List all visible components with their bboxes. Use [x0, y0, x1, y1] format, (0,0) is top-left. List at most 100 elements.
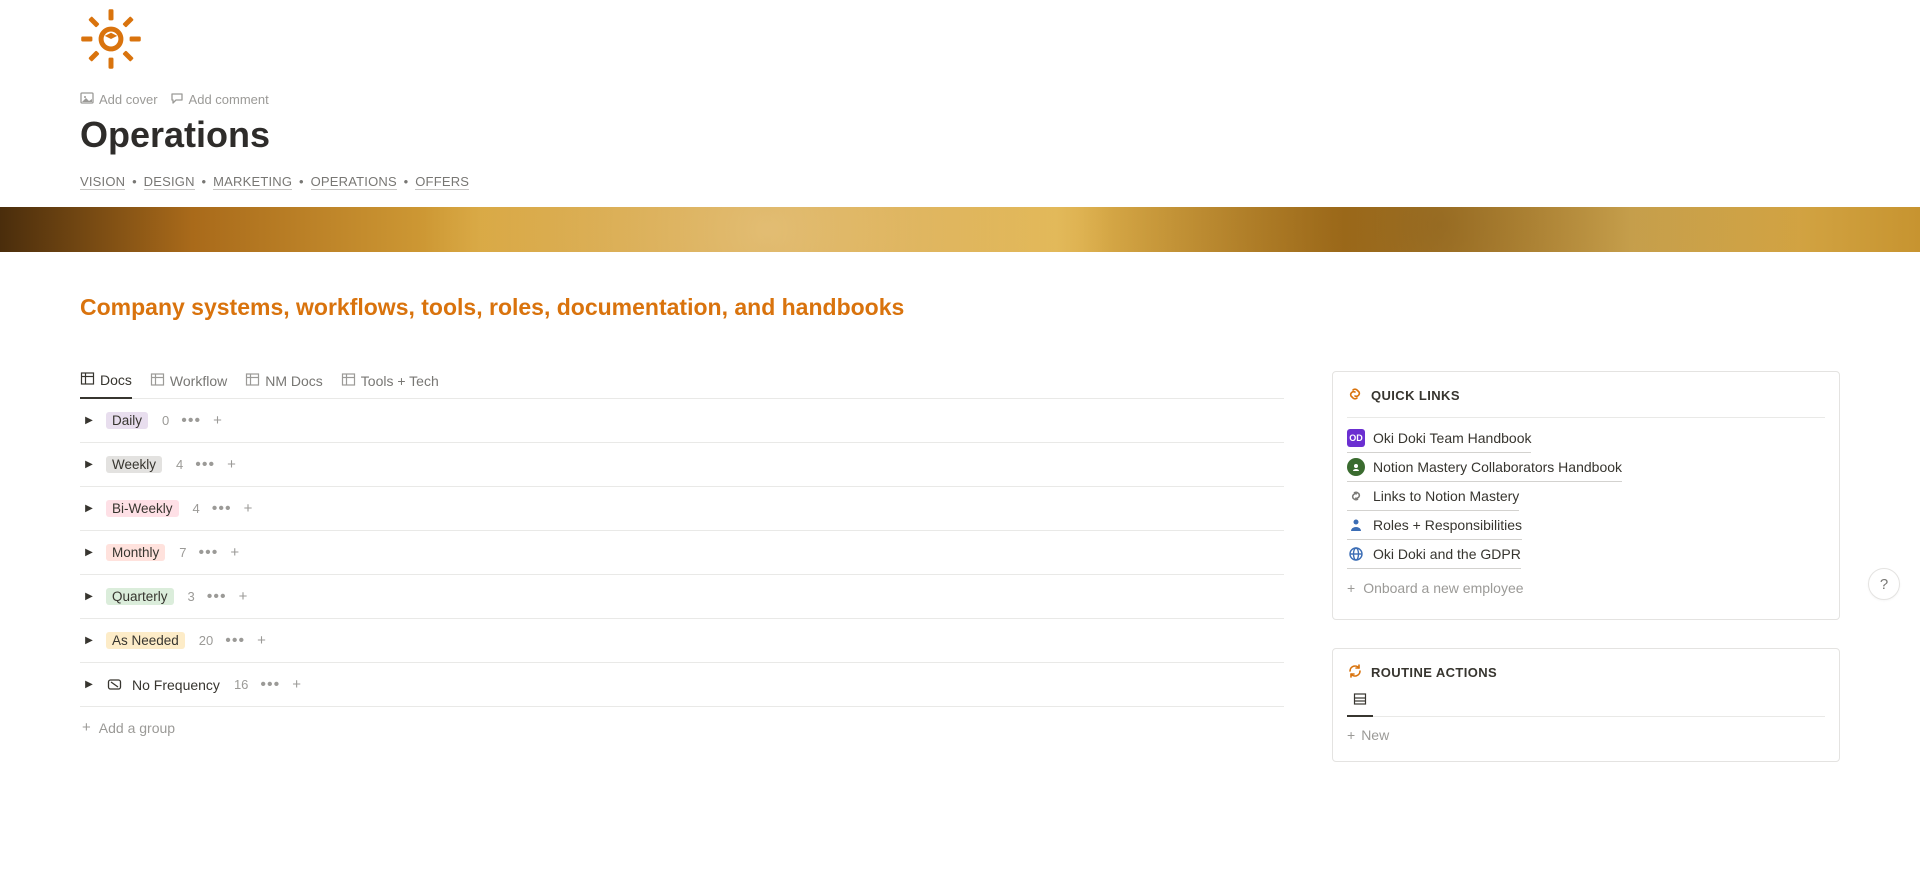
cover-image [0, 207, 1920, 252]
quick-links-card: QUICK LINKS ODOki Doki Team Handbook Noti… [1332, 371, 1840, 620]
group-tag[interactable]: As Needed [106, 632, 185, 649]
group-count: 0 [162, 413, 169, 428]
group-no-frequency-count: 16 [234, 677, 248, 692]
group-no-frequency[interactable]: ▶ No Frequency 16 ••• + [80, 663, 1284, 707]
plus-icon: + [1347, 580, 1355, 596]
help-label: ? [1880, 576, 1888, 593]
expand-caret-icon[interactable]: ▶ [82, 635, 96, 646]
page-icon: OD [1347, 429, 1365, 447]
group-menu-icon[interactable]: ••• [210, 505, 234, 513]
quick-link-label: Links to Notion Mastery [1373, 488, 1519, 504]
add-cover-label: Add cover [99, 92, 158, 107]
empty-tag-icon [106, 677, 122, 692]
group-menu-icon[interactable]: ••• [179, 417, 203, 425]
quick-link-label: Oki Doki and the GDPR [1373, 546, 1521, 562]
breadcrumb-design[interactable]: DESIGN [144, 174, 195, 190]
group-add-icon[interactable]: + [227, 456, 236, 473]
group-add-icon[interactable]: + [239, 588, 248, 605]
table-icon [80, 371, 95, 389]
group-tag[interactable]: Weekly [106, 456, 162, 473]
tab-tools-tech[interactable]: Tools + Tech [341, 371, 439, 398]
group-count: 3 [188, 589, 195, 604]
tab-workflow-label: Workflow [170, 373, 227, 389]
group-menu-icon[interactable]: ••• [223, 637, 247, 645]
image-icon [80, 91, 94, 108]
quick-link-item[interactable]: Notion Mastery Collaborators Handbook [1347, 453, 1622, 482]
page-subtitle: Company systems, workflows, tools, roles… [80, 294, 1840, 321]
tab-nm-docs-label: NM Docs [265, 373, 323, 389]
add-comment-button[interactable]: Add comment [170, 91, 269, 108]
group-count: 4 [176, 457, 183, 472]
breadcrumb-offers[interactable]: OFFERS [415, 174, 469, 190]
expand-caret-icon[interactable]: ▶ [82, 591, 96, 602]
add-group-button[interactable]: + Add a group [80, 707, 1284, 748]
globe-icon [1347, 545, 1365, 563]
tab-nm-docs[interactable]: NM Docs [245, 371, 323, 398]
person-icon [1347, 516, 1365, 534]
routine-actions-title: ROUTINE ACTIONS [1371, 665, 1497, 680]
quick-link-label: Roles + Responsibilities [1373, 517, 1522, 533]
quick-link-label: Notion Mastery Collaborators Handbook [1373, 459, 1622, 475]
page-title: Operations [80, 114, 1840, 156]
group-add-icon[interactable]: + [213, 412, 222, 429]
onboard-employee-button[interactable]: + Onboard a new employee [1347, 575, 1524, 601]
expand-caret-icon[interactable]: ▶ [82, 503, 96, 514]
refresh-icon [1347, 663, 1363, 682]
routine-actions-new-label: New [1361, 727, 1389, 743]
quick-link-item[interactable]: ODOki Doki Team Handbook [1347, 424, 1531, 453]
quick-link-item[interactable]: Roles + Responsibilities [1347, 511, 1522, 540]
group-add-icon[interactable]: + [257, 632, 266, 649]
group-count: 7 [179, 545, 186, 560]
tab-tools-tech-label: Tools + Tech [361, 373, 439, 389]
onboard-employee-label: Onboard a new employee [1363, 580, 1523, 596]
database-tabs: Docs Workflow NM Docs Tools + Tech [80, 371, 1284, 399]
quick-link-item[interactable]: Oki Doki and the GDPR [1347, 540, 1521, 569]
group-menu-icon[interactable]: ••• [197, 549, 221, 557]
group-menu-icon[interactable]: ••• [258, 681, 282, 689]
group-as-needed[interactable]: ▶ As Needed 20 ••• + [80, 619, 1284, 663]
breadcrumb-marketing[interactable]: MARKETING [213, 174, 292, 190]
group-tag[interactable]: Monthly [106, 544, 165, 561]
link-chain-icon [1347, 386, 1363, 405]
tab-docs[interactable]: Docs [80, 371, 132, 399]
comment-icon [170, 91, 184, 108]
expand-caret-icon[interactable]: ▶ [82, 547, 96, 558]
help-button[interactable]: ? [1868, 568, 1900, 600]
breadcrumb-vision[interactable]: VISION [80, 174, 125, 190]
tab-workflow[interactable]: Workflow [150, 371, 227, 398]
group-add-icon[interactable]: + [292, 676, 301, 693]
page-gear-icon[interactable] [80, 8, 1840, 73]
group-count: 4 [193, 501, 200, 516]
group-quarterly[interactable]: ▶ Quarterly 3 ••• + [80, 575, 1284, 619]
group-add-icon[interactable]: + [244, 500, 253, 517]
group-add-icon[interactable]: + [230, 544, 239, 561]
routine-actions-view-tab[interactable] [1347, 692, 1373, 717]
group-no-frequency-label: No Frequency [132, 677, 220, 693]
group-daily[interactable]: ▶ Daily 0 ••• + [80, 399, 1284, 443]
group-tag[interactable]: Daily [106, 412, 148, 429]
group-weekly[interactable]: ▶ Weekly 4 ••• + [80, 443, 1284, 487]
routine-actions-new-button[interactable]: + New [1347, 727, 1825, 743]
expand-caret-icon[interactable]: ▶ [82, 679, 96, 690]
breadcrumb: VISION • DESIGN • MARKETING • OPERATIONS… [80, 174, 1840, 189]
group-bi-weekly[interactable]: ▶ Bi-Weekly 4 ••• + [80, 487, 1284, 531]
quick-links-title: QUICK LINKS [1371, 388, 1460, 403]
table-icon [245, 372, 260, 390]
add-cover-button[interactable]: Add cover [80, 91, 158, 108]
add-group-label: Add a group [99, 720, 175, 736]
group-tag[interactable]: Bi-Weekly [106, 500, 179, 517]
group-menu-icon[interactable]: ••• [205, 593, 229, 601]
quick-link-item[interactable]: Links to Notion Mastery [1347, 482, 1519, 511]
plus-icon: + [82, 719, 91, 736]
group-tag[interactable]: Quarterly [106, 588, 174, 605]
expand-caret-icon[interactable]: ▶ [82, 459, 96, 470]
group-monthly[interactable]: ▶ Monthly 7 ••• + [80, 531, 1284, 575]
tab-docs-label: Docs [100, 372, 132, 388]
add-comment-label: Add comment [189, 92, 269, 107]
plus-icon: + [1347, 727, 1355, 743]
group-menu-icon[interactable]: ••• [193, 461, 217, 469]
group-count: 20 [199, 633, 213, 648]
breadcrumb-operations[interactable]: OPERATIONS [311, 174, 397, 190]
expand-caret-icon[interactable]: ▶ [82, 415, 96, 426]
link-icon [1347, 487, 1365, 505]
